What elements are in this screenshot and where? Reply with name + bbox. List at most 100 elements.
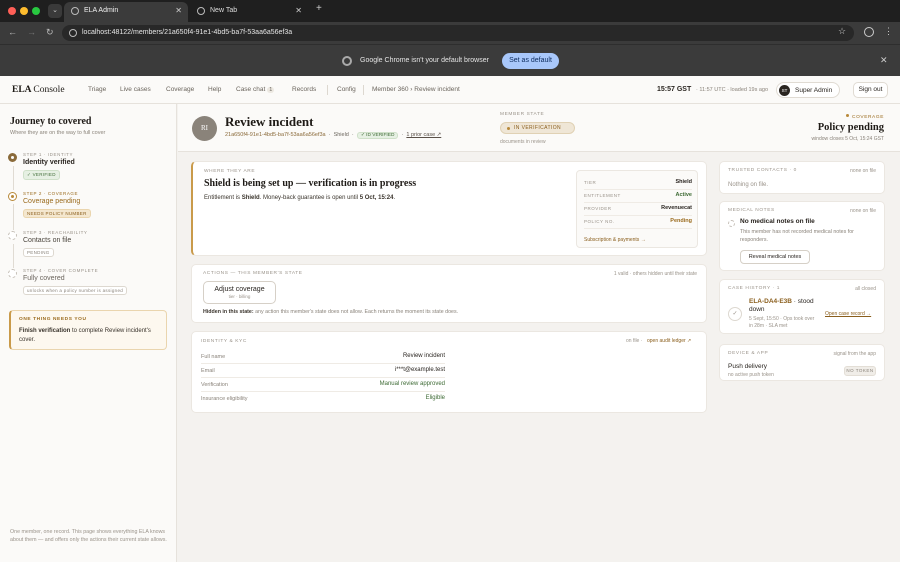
table-row: Email i***t@example.test — [201, 364, 445, 378]
finish-verification-link[interactable]: Finish verification — [19, 328, 70, 334]
browser-toolbar: ← → ↻ localhost:48122/members/21a650f4-9… — [0, 22, 900, 44]
trusted-contacts-card: TRUSTED CONTACTS · 0 none on file Nothin… — [719, 161, 885, 194]
coverage-label: COVERAGE — [846, 114, 884, 120]
step-name: Coverage pending — [23, 198, 81, 205]
case-sub: 5 Sept, 15:50 · Ops took over in 28m · S… — [749, 316, 815, 329]
member-tier: Shield — [333, 132, 349, 138]
member-uuid[interactable]: 21a650f4-91e1-4bd5-ba7f-53aa6a56ef3a — [225, 132, 326, 138]
browser-titlebar: ⌄ ELA Admin ✕ New Tab ✕ + — [0, 0, 900, 22]
case-chat-count: 1 — [267, 87, 275, 93]
card-caption-right: signal from the app — [833, 351, 876, 357]
kebab-icon[interactable]: ⋮ — [884, 26, 893, 37]
sidebar-footer-note: One member, one record. This page shows … — [10, 529, 167, 543]
step-connector — [13, 244, 14, 268]
where-they-are-card: WHERE THEY ARE Shield is being set up — … — [191, 161, 707, 256]
clock-sub: · 11:57 UTC · loaded 19s ago — [696, 87, 769, 93]
brand-logo[interactable]: ELA Console — [12, 85, 65, 95]
step-current-icon — [8, 192, 17, 201]
star-icon[interactable]: ☆ — [838, 26, 846, 37]
tab-search-icon[interactable]: ⌄ — [48, 4, 62, 18]
new-tab-icon[interactable]: + — [316, 3, 322, 14]
reload-icon[interactable]: ↻ — [46, 27, 54, 38]
nav-live-cases[interactable]: Live cases — [120, 86, 151, 93]
on-file-label: on file · — [626, 338, 643, 344]
medical-heading: No medical notes on file — [740, 218, 815, 225]
step-status-badge: NEEDS POLICY NUMBER — [23, 209, 91, 218]
nav-help[interactable]: Help — [208, 86, 221, 93]
sign-out-button[interactable]: Sign out — [853, 82, 888, 98]
nav-records[interactable]: Records — [292, 86, 316, 93]
profile-icon[interactable] — [864, 27, 874, 37]
page-title: Review incident — [225, 114, 314, 129]
clock: 15:57 GST — [657, 86, 692, 93]
status-headline: Shield is being set up — verification is… — [204, 178, 417, 189]
close-window-button[interactable] — [8, 7, 16, 15]
reveal-medical-notes-button[interactable]: Reveal medical notes — [740, 250, 810, 264]
step-status-badge: ✓ VERIFIED — [23, 170, 60, 180]
back-arrow-icon[interactable]: ← — [8, 27, 17, 37]
prior-case-link[interactable]: 1 prior case ↗ — [406, 132, 441, 138]
medical-notes-card: MEDICAL NOTES none on file No medical no… — [719, 201, 885, 271]
entitlement-row: PROVIDER Revenuecat — [584, 203, 692, 216]
id-verified-badge: ✓ ID VERIFIED — [356, 132, 399, 139]
app-header: ELA Console Triage Live cases Coverage H… — [0, 76, 900, 104]
card-caption: IDENTITY & KYC — [201, 339, 247, 344]
step-label: STEP 3 · REACHABILITY — [23, 230, 88, 235]
case-title: ELA-DA4-E3B · stood down — [749, 298, 814, 313]
step-label: STEP 4 · COVER COMPLETE — [23, 268, 99, 273]
tab-ela-admin[interactable]: ELA Admin ✕ — [64, 2, 188, 22]
close-icon[interactable]: ✕ — [880, 55, 888, 66]
card-caption: TRUSTED CONTACTS · 0 — [728, 168, 797, 173]
coverage-status: Policy pending — [817, 122, 884, 133]
close-tab-icon[interactable]: ✕ — [295, 2, 302, 20]
member-meta: 21a650f4-91e1-4bd5-ba7f-53aa6a56ef3a · S… — [225, 132, 442, 139]
journey-title: Journey to covered — [10, 116, 92, 127]
step-label: STEP 2 · COVERAGE — [23, 191, 79, 196]
user-menu[interactable]: ST Super Admin — [776, 82, 840, 98]
maximize-window-button[interactable] — [32, 7, 40, 15]
callout-body: Finish verification to complete Review i… — [19, 328, 151, 343]
status-badge: NO TOKEN — [844, 366, 876, 376]
callout-heading: ONE THING NEEDS YOU — [19, 317, 87, 322]
infobar-message: Google Chrome isn't your default browser — [360, 57, 489, 64]
forward-arrow-icon[interactable]: → — [27, 27, 36, 37]
device-app-card: DEVICE & APP signal from the app Push de… — [719, 344, 885, 381]
member-state-sub: documents in review — [500, 139, 546, 145]
step-pending-icon — [8, 269, 17, 278]
status-badge: IN VERIFICATION — [500, 122, 575, 134]
address-bar[interactable]: localhost:48122/members/21a650f4-91e1-4b… — [62, 25, 854, 41]
journey-subtitle: Where they are on the way to full cover — [10, 130, 106, 136]
step-name: Contacts on file — [23, 237, 72, 244]
open-case-record-link[interactable]: Open case record → — [825, 311, 871, 317]
identity-kyc-card: IDENTITY & KYC on file · open audit ledg… — [191, 331, 707, 413]
step-connector — [13, 166, 14, 190]
nav-divider — [327, 85, 328, 95]
subscription-payments-link[interactable]: Subscription & payments → — [584, 237, 646, 243]
tab-title: New Tab — [210, 7, 238, 14]
tab-new-tab[interactable]: New Tab ✕ — [190, 2, 308, 22]
card-caption-right: all closed — [855, 286, 876, 292]
close-tab-icon[interactable]: ✕ — [175, 2, 182, 20]
medical-body: This member has not recorded medical not… — [740, 229, 854, 243]
adjust-coverage-button[interactable]: Adjust coverage tier · billing — [203, 281, 276, 304]
nav-triage[interactable]: Triage — [88, 86, 106, 93]
step-pending-icon — [8, 231, 17, 240]
step-status-badge: PENDING — [23, 248, 54, 257]
set-default-button[interactable]: Set as default — [502, 53, 559, 69]
check-icon: ✓ — [728, 307, 742, 321]
journey-sidebar: Journey to covered Where they are on the… — [0, 104, 177, 562]
nav-config[interactable]: Config — [337, 86, 356, 93]
site-info-icon[interactable] — [69, 29, 77, 37]
entitlement-row: TIER Shield — [584, 177, 692, 190]
nav-case-chat[interactable]: Case chat 1 — [236, 86, 275, 93]
step-done-icon — [8, 153, 17, 162]
hidden-actions-note: Hidden in this state: any action this me… — [203, 309, 459, 315]
minimize-window-button[interactable] — [20, 7, 28, 15]
audit-ledger-link[interactable]: open audit ledger ↗ — [647, 338, 691, 344]
one-thing-callout: ONE THING NEEDS YOU Finish verification … — [9, 310, 167, 350]
entitlement-row: ENTITLEMENT Active — [584, 190, 692, 203]
card-caption-right: none on file — [850, 208, 876, 214]
member-header: RI Review incident 21a650f4-91e1-4bd5-ba… — [178, 104, 900, 152]
nav-coverage[interactable]: Coverage — [166, 86, 194, 93]
user-name: Super Admin — [795, 87, 833, 94]
